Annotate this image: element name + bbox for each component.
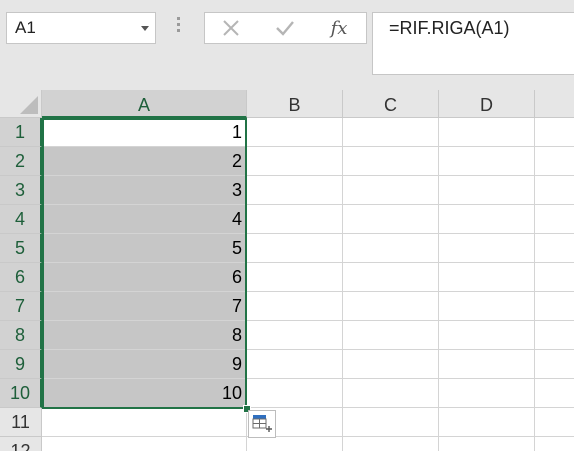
cell-c2[interactable]: [343, 147, 439, 176]
cell-e5[interactable]: [535, 234, 574, 263]
formula-bar[interactable]: =RIF.RIGA(A1): [372, 12, 574, 75]
cell-a4[interactable]: 4: [42, 205, 247, 234]
column-header-a[interactable]: A: [42, 90, 247, 118]
cell-a6[interactable]: 6: [42, 263, 247, 292]
cell-c3[interactable]: [343, 176, 439, 205]
column-header-b[interactable]: B: [247, 90, 343, 118]
cell-c10[interactable]: [343, 379, 439, 408]
cell-b5[interactable]: [247, 234, 343, 263]
row-header-5[interactable]: 5: [0, 234, 42, 263]
cell-e3[interactable]: [535, 176, 574, 205]
cell-c6[interactable]: [343, 263, 439, 292]
cell-d2[interactable]: [439, 147, 535, 176]
cell-c7[interactable]: [343, 292, 439, 321]
cell-b12[interactable]: [247, 437, 343, 451]
cell-a10[interactable]: 10: [42, 379, 247, 408]
cell-b3[interactable]: [247, 176, 343, 205]
column-header-e[interactable]: [535, 90, 574, 118]
cell-d7[interactable]: [439, 292, 535, 321]
chevron-down-icon[interactable]: [141, 26, 149, 31]
cell-a7[interactable]: 7: [42, 292, 247, 321]
cell-d9[interactable]: [439, 350, 535, 379]
cell-b10[interactable]: [247, 379, 343, 408]
cell-e8[interactable]: [535, 321, 574, 350]
row-header-10[interactable]: 10: [0, 379, 42, 408]
column-header-d[interactable]: D: [439, 90, 535, 118]
cell-e4[interactable]: [535, 205, 574, 234]
cell-b7[interactable]: [247, 292, 343, 321]
cell-c12[interactable]: [343, 437, 439, 451]
cell-e9[interactable]: [535, 350, 574, 379]
row-header-11[interactable]: 11: [0, 408, 42, 437]
cell-c1[interactable]: [343, 118, 439, 147]
cell-c4[interactable]: [343, 205, 439, 234]
select-all-button[interactable]: [0, 90, 42, 118]
row-header-7[interactable]: 7: [0, 292, 42, 321]
cell-a12[interactable]: [42, 437, 247, 451]
formula-text: =RIF.RIGA(A1): [389, 18, 510, 38]
confirm-icon[interactable]: [265, 13, 305, 43]
formula-toolbar: A1 fx =RIF.RIGA(A1): [0, 0, 574, 90]
cell-b6[interactable]: [247, 263, 343, 292]
quick-analysis-icon: [252, 415, 272, 432]
cell-c5[interactable]: [343, 234, 439, 263]
cell-d11[interactable]: [439, 408, 535, 437]
cell-a11[interactable]: [42, 408, 247, 437]
spreadsheet-grid: A B C D 1 2 3 4 5 6 7 8 9 10 11 12 1 2 3…: [0, 90, 574, 451]
cell-e1[interactable]: [535, 118, 574, 147]
cell-b4[interactable]: [247, 205, 343, 234]
quick-analysis-button[interactable]: [248, 410, 276, 438]
cell-d1[interactable]: [439, 118, 535, 147]
cell-d10[interactable]: [439, 379, 535, 408]
row-header-2[interactable]: 2: [0, 147, 42, 176]
row-header-8[interactable]: 8: [0, 321, 42, 350]
row-header-4[interactable]: 4: [0, 205, 42, 234]
cell-d5[interactable]: [439, 234, 535, 263]
formula-buttons: fx: [204, 12, 367, 44]
name-box-value: A1: [15, 18, 36, 37]
name-box[interactable]: A1: [6, 12, 156, 44]
row-header-6[interactable]: 6: [0, 263, 42, 292]
cell-e7[interactable]: [535, 292, 574, 321]
cell-a8[interactable]: 8: [42, 321, 247, 350]
cancel-icon[interactable]: [211, 13, 251, 43]
cell-e12[interactable]: [535, 437, 574, 451]
row-header-12[interactable]: 12: [0, 437, 42, 451]
cell-a5[interactable]: 5: [42, 234, 247, 263]
cell-d4[interactable]: [439, 205, 535, 234]
column-header-c[interactable]: C: [343, 90, 439, 118]
cell-a2[interactable]: 2: [42, 147, 247, 176]
cell-e2[interactable]: [535, 147, 574, 176]
drag-handle-icon[interactable]: [177, 17, 181, 39]
cell-c9[interactable]: [343, 350, 439, 379]
cell-b1[interactable]: [247, 118, 343, 147]
cell-c8[interactable]: [343, 321, 439, 350]
cell-d12[interactable]: [439, 437, 535, 451]
cell-a3[interactable]: 3: [42, 176, 247, 205]
cell-d3[interactable]: [439, 176, 535, 205]
cell-b2[interactable]: [247, 147, 343, 176]
cell-e10[interactable]: [535, 379, 574, 408]
cell-e11[interactable]: [535, 408, 574, 437]
row-header-1[interactable]: 1: [0, 118, 42, 147]
cell-d8[interactable]: [439, 321, 535, 350]
insert-function-button[interactable]: fx: [319, 13, 359, 43]
cell-a1[interactable]: 1: [42, 118, 247, 147]
cell-d6[interactable]: [439, 263, 535, 292]
fx-icon: fx: [330, 17, 348, 39]
cell-b8[interactable]: [247, 321, 343, 350]
cell-b9[interactable]: [247, 350, 343, 379]
row-header-9[interactable]: 9: [0, 350, 42, 379]
cell-a9[interactable]: 9: [42, 350, 247, 379]
row-header-3[interactable]: 3: [0, 176, 42, 205]
cell-e6[interactable]: [535, 263, 574, 292]
cell-c11[interactable]: [343, 408, 439, 437]
